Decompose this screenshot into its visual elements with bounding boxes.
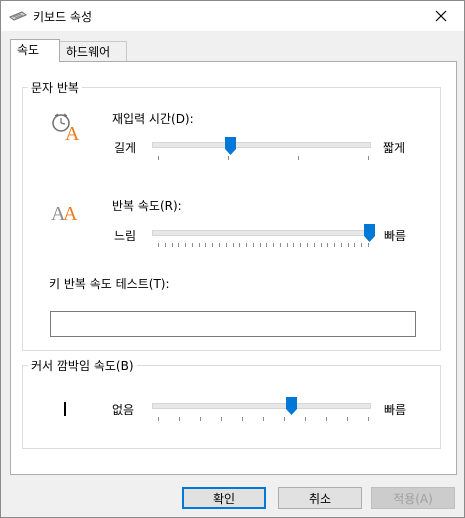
slider-tick: [284, 417, 285, 421]
slider-tick: [158, 156, 159, 160]
slider-tick: [179, 417, 180, 421]
repeat-delay-slider-track: [152, 142, 371, 148]
slider-tick: [158, 417, 159, 421]
slider-tick: [225, 243, 227, 247]
slider-tick: [298, 156, 299, 160]
slider-tick: [198, 243, 200, 247]
cursor-blink-group-title: 커서 깜박임 속도(B): [28, 357, 137, 374]
ok-button[interactable]: 확인: [182, 487, 266, 509]
slider-tick: [347, 417, 348, 421]
slider-tick: [212, 243, 214, 247]
repeat-test-label: 키 반복 속도 테스트(T):: [49, 277, 170, 291]
tab-panel-speed: 문자 반복 A 재입력 시간(D): 길게 짧게 A A 반복 속도(R): 느…: [10, 61, 457, 475]
repeat-delay-icon: A: [52, 113, 80, 142]
slider-tick: [340, 243, 342, 247]
slider-tick: [305, 417, 306, 421]
cursor-blink-slider-thumb[interactable]: [285, 397, 297, 415]
slider-tick: [334, 243, 336, 247]
close-button[interactable]: [418, 1, 464, 31]
character-repeat-group-title: 문자 반복: [28, 79, 82, 96]
svg-text:A: A: [65, 123, 80, 142]
slider-tick: [221, 417, 222, 421]
repeat-rate-icon: A A: [51, 203, 78, 224]
repeat-test-input[interactable]: [50, 311, 416, 337]
cancel-button[interactable]: 취소: [278, 487, 362, 509]
slider-tick: [279, 243, 281, 247]
cursor-blink-slider-track: [152, 403, 371, 409]
slider-tick: [171, 243, 173, 247]
slider-tick: [178, 243, 180, 247]
slider-tick: [354, 243, 356, 247]
slider-tick: [320, 243, 322, 247]
repeat-rate-ticks: [158, 243, 369, 247]
repeat-rate-max-label: 빠름: [384, 229, 407, 243]
slider-tick: [266, 243, 268, 247]
svg-text:A: A: [63, 203, 78, 224]
slider-tick: [368, 156, 369, 160]
tab-speed[interactable]: 속도: [10, 39, 60, 62]
repeat-delay-ticks: [158, 156, 369, 160]
keyboard-icon: [9, 11, 27, 21]
repeat-rate-label: 반복 속도(R):: [112, 199, 182, 213]
slider-tick: [185, 243, 187, 247]
slider-tick: [259, 243, 261, 247]
slider-tick: [326, 417, 327, 421]
repeat-delay-label: 재입력 시간(D):: [112, 112, 194, 126]
slider-tick: [368, 243, 369, 247]
apply-button[interactable]: 적용(A): [371, 487, 455, 509]
slider-tick: [286, 243, 288, 247]
repeat-rate-min-label: 느림: [114, 229, 137, 243]
cursor-blink-ticks: [158, 417, 369, 421]
cursor-blink-max-label: 빠름: [384, 403, 407, 417]
close-icon: [435, 10, 447, 22]
repeat-rate-slider-thumb[interactable]: [364, 224, 375, 242]
slider-tick: [246, 243, 248, 247]
slider-tick: [313, 243, 315, 247]
cursor-blink-min-label: 없음: [112, 403, 135, 417]
repeat-rate-slider-track: [152, 230, 371, 236]
title-bar: 키보드 속성: [1, 1, 464, 31]
slider-tick: [300, 243, 302, 247]
slider-tick: [273, 243, 275, 247]
slider-tick: [158, 243, 159, 247]
slider-tick: [263, 417, 264, 421]
slider-tick: [361, 243, 363, 247]
window-title: 키보드 속성: [33, 10, 93, 24]
slider-tick: [327, 243, 329, 247]
slider-tick: [293, 243, 295, 247]
slider-tick: [239, 243, 241, 247]
repeat-delay-min-label: 길게: [114, 141, 137, 155]
slider-tick: [347, 243, 349, 247]
slider-tick: [200, 417, 201, 421]
repeat-delay-max-label: 짧게: [383, 141, 406, 155]
slider-tick: [218, 243, 220, 247]
slider-tick: [191, 243, 193, 247]
keyboard-properties-window: 키보드 속성 속도 하드웨어 문자 반복 A 재입력 시간(D): 길게 짧게 …: [0, 0, 465, 518]
slider-tick: [252, 243, 254, 247]
slider-tick: [242, 417, 243, 421]
slider-tick: [368, 417, 369, 421]
cursor-blink-icon: [64, 402, 66, 416]
slider-tick: [232, 243, 234, 247]
slider-tick: [164, 243, 166, 247]
slider-tick: [228, 156, 229, 160]
slider-tick: [205, 243, 207, 247]
repeat-delay-slider-thumb[interactable]: [224, 137, 236, 155]
slider-tick: [307, 243, 309, 247]
tab-hardware[interactable]: 하드웨어: [59, 41, 127, 62]
